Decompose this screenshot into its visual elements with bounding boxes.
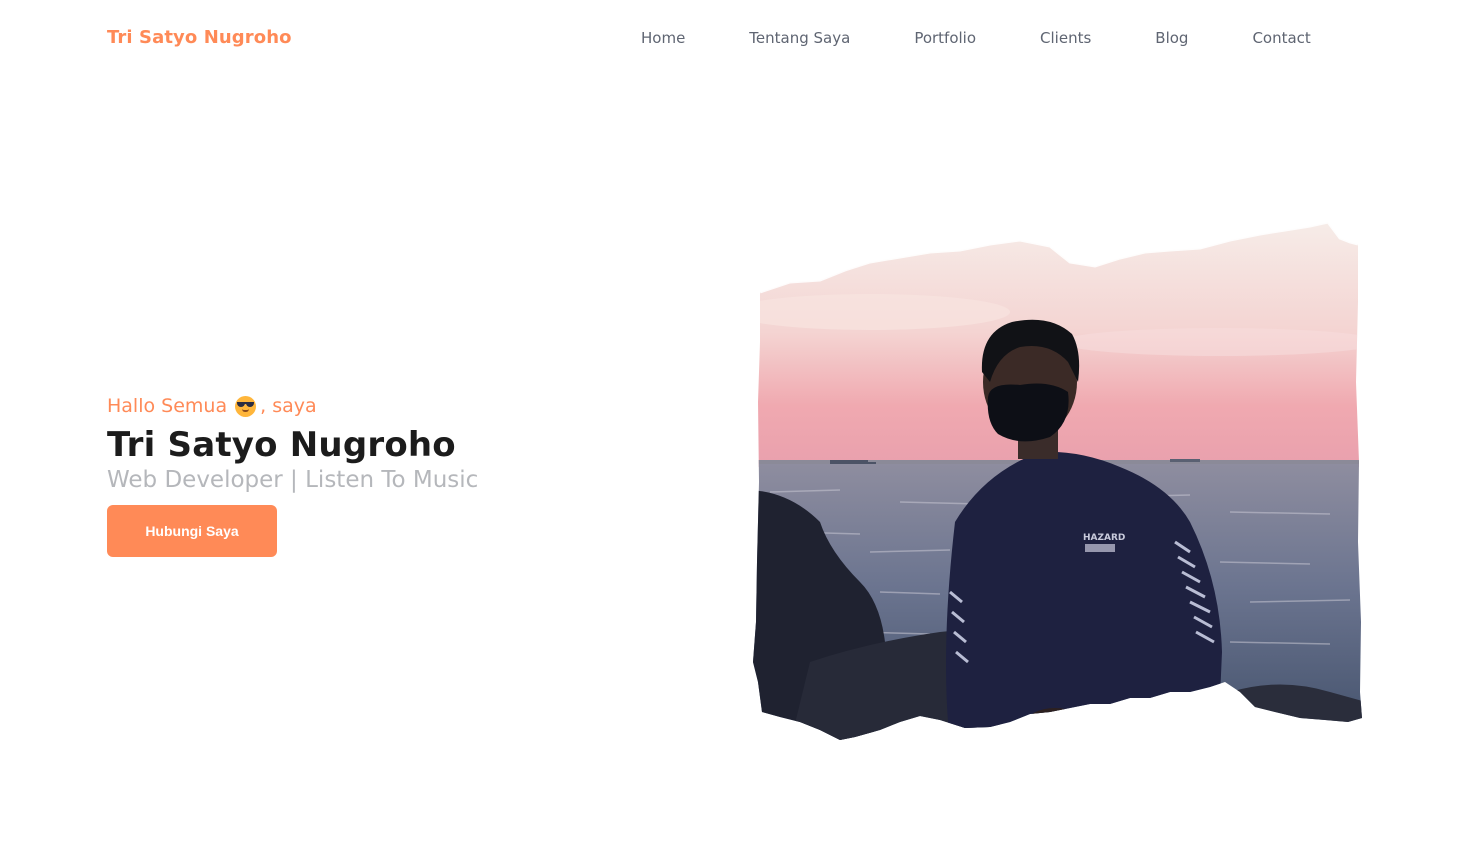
brand-logo[interactable]: Tri Satyo Nugroho [107, 27, 292, 48]
greeting-suffix: , saya [260, 395, 317, 417]
nav-item-blog[interactable]: Blog [1155, 29, 1188, 47]
hero-section: Hallo Semua , saya Tri Satyo Nugroho Web… [107, 393, 627, 557]
contact-me-button[interactable]: Hubungi Saya [107, 505, 277, 557]
page: Tri Satyo Nugroho Home Tentang Saya Port… [0, 0, 1463, 847]
hero-tagline: Web Developer | Listen To Music [107, 467, 479, 493]
nav-item-tentang-saya[interactable]: Tentang Saya [749, 29, 850, 47]
nav-item-contact[interactable]: Contact [1252, 29, 1310, 47]
nav-item-portfolio[interactable]: Portfolio [914, 29, 976, 47]
smiling-face-with-sunglasses-icon [235, 395, 257, 417]
nav-item-clients[interactable]: Clients [1040, 29, 1091, 47]
main-nav: Home Tentang Saya Portfolio Clients Blog… [641, 29, 1311, 47]
nav-item-home[interactable]: Home [641, 29, 685, 47]
profile-photo: HAZARD [750, 222, 1366, 744]
shirt-logo-text: HAZARD [1083, 533, 1125, 543]
greeting-line: Hallo Semua , saya [107, 393, 627, 419]
greeting-prefix: Hallo Semua [107, 395, 228, 417]
hero-name: Tri Satyo Nugroho [107, 425, 456, 465]
